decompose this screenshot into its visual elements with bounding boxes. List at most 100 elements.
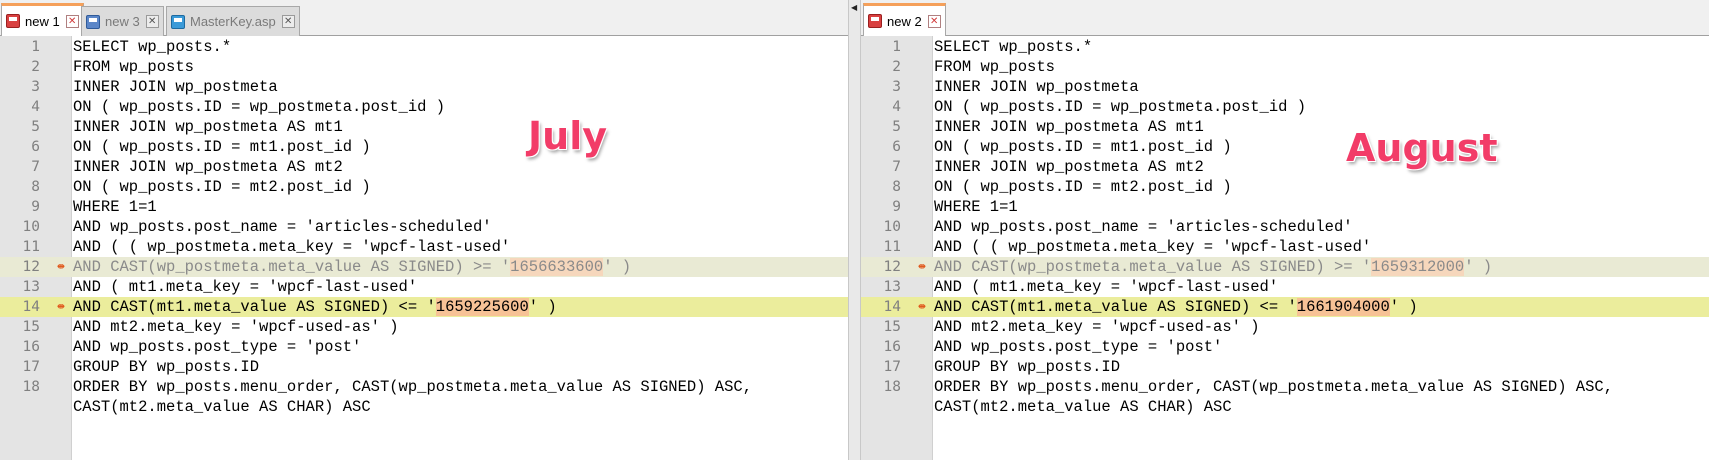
tab-masterkey-asp[interactable]: MasterKey.asp ✕	[166, 6, 300, 36]
month-annotation: August	[1346, 126, 1498, 170]
line-number: 3	[31, 79, 40, 95]
code-text: ORDER BY wp_posts.menu_order, CAST(wp_po…	[934, 377, 1709, 397]
line-number: 17	[22, 359, 40, 375]
timestamp-value: 1659225600	[435, 298, 529, 316]
line-number: 11	[22, 239, 40, 255]
code-line[interactable]: 9 WHERE 1=1	[0, 197, 848, 217]
code-line[interactable]: 5 INNER JOIN wp_postmeta AS mt1	[861, 117, 1709, 137]
close-icon[interactable]: ✕	[65, 14, 79, 28]
code-text: AND wp_posts.post_name = 'articles-sched…	[934, 217, 1709, 237]
tab-label: new 2	[887, 13, 922, 29]
code-segment: ON ( wp_posts.ID = mt2.post_id )	[73, 178, 371, 196]
code-line[interactable]: 2 FROM wp_posts	[0, 57, 848, 77]
code-segment: INNER JOIN wp_postmeta	[934, 78, 1139, 96]
code-line[interactable]: 11 AND ( ( wp_postmeta.meta_key = 'wpcf-l…	[861, 237, 1709, 257]
tab-new-2[interactable]: new 2 ✕	[863, 3, 946, 36]
change-marker-icon: ⇹	[918, 259, 926, 274]
code-line[interactable]: 1 SELECT wp_posts.*	[0, 37, 848, 57]
file-icon	[6, 14, 20, 28]
code-line[interactable]: 7 INNER JOIN wp_postmeta AS mt2	[861, 157, 1709, 177]
code-line[interactable]: 2 FROM wp_posts	[861, 57, 1709, 77]
code-line[interactable]: 8 ON ( wp_posts.ID = mt2.post_id )	[0, 177, 848, 197]
code-segment: AND wp_posts.post_type = 'post'	[73, 338, 362, 356]
code-text: ON ( wp_posts.ID = mt1.post_id )	[934, 137, 1709, 157]
code-text: INNER JOIN wp_postmeta	[934, 77, 1709, 97]
code-line[interactable]: 15 AND mt2.meta_key = 'wpcf-used-as' )	[861, 317, 1709, 337]
code-segment: INNER JOIN wp_postmeta AS mt1	[934, 118, 1204, 136]
code-line[interactable]: 10 AND wp_posts.post_name = 'articles-sch…	[861, 217, 1709, 237]
code-segment: AND ( mt1.meta_key = 'wpcf-last-used'	[73, 278, 418, 296]
code-editor[interactable]: 1 SELECT wp_posts.* 2 FROM wp_posts 3 INNER J…	[861, 36, 1709, 460]
code-line[interactable]: 6 ON ( wp_posts.ID = mt1.post_id )	[861, 137, 1709, 157]
close-icon[interactable]: ✕	[281, 15, 295, 28]
code-text: FROM wp_posts	[73, 57, 848, 77]
code-line[interactable]: 13 AND ( mt1.meta_key = 'wpcf-last-used'	[0, 277, 848, 297]
code-text: SELECT wp_posts.*	[934, 37, 1709, 57]
code-segment: AND wp_posts.post_name = 'articles-sched…	[73, 218, 492, 236]
code-line[interactable]: 1 SELECT wp_posts.*	[861, 37, 1709, 57]
collapse-arrow-icon[interactable]: ◀	[851, 4, 857, 12]
code-text: CAST(mt2.meta_value AS CHAR) ASC	[73, 397, 848, 417]
code-editor[interactable]: 1 SELECT wp_posts.* 2 FROM wp_posts 3 INNER J…	[0, 36, 848, 460]
tab-label: MasterKey.asp	[190, 14, 276, 29]
code-text: FROM wp_posts	[934, 57, 1709, 77]
line-number: 1	[31, 39, 40, 55]
code-line[interactable]: 16 AND wp_posts.post_type = 'post'	[861, 337, 1709, 357]
tab-new-3[interactable]: new 3 ✕	[81, 6, 164, 36]
code-segment: GROUP BY wp_posts.ID	[73, 358, 260, 376]
code-line[interactable]: 12 ⇹ AND CAST(wp_postmeta.meta_value AS SI…	[861, 257, 1709, 277]
code-line[interactable]: 17 GROUP BY wp_posts.ID	[861, 357, 1709, 377]
code-line[interactable]: 14 ⇹ AND CAST(mt1.meta_value AS SIGNED) <=…	[861, 297, 1709, 317]
line-number: 11	[883, 239, 901, 255]
code-segment: INNER JOIN wp_postmeta AS mt2	[934, 158, 1204, 176]
code-line[interactable]: 4 ON ( wp_posts.ID = wp_postmeta.post_id …	[0, 97, 848, 117]
code-line[interactable]: 6 ON ( wp_posts.ID = mt1.post_id )	[0, 137, 848, 157]
tab-label: new 3	[105, 14, 140, 29]
code-line[interactable]: 12 ⇹ AND CAST(wp_postmeta.meta_value AS SI…	[0, 257, 848, 277]
code-text: AND CAST(wp_postmeta.meta_value AS SIGNE…	[73, 257, 848, 277]
code-line[interactable]: 18 ORDER BY wp_posts.menu_order, CAST(wp_…	[0, 377, 848, 397]
code-text: ON ( wp_posts.ID = wp_postmeta.post_id )	[73, 97, 848, 117]
code-line[interactable]: 9 WHERE 1=1	[861, 197, 1709, 217]
timestamp-value: 1661904000	[1296, 298, 1390, 316]
close-icon[interactable]: ✕	[145, 15, 159, 28]
code-line[interactable]: 18 ORDER BY wp_posts.menu_order, CAST(wp_…	[861, 377, 1709, 397]
tab-new-1[interactable]: new 1 ✕	[1, 3, 84, 36]
code-line[interactable]: 17 GROUP BY wp_posts.ID	[0, 357, 848, 377]
code-line[interactable]: 10 AND wp_posts.post_name = 'articles-sch…	[0, 217, 848, 237]
code-segment: AND ( ( wp_postmeta.meta_key = 'wpcf-las…	[934, 238, 1372, 256]
code-segment: AND CAST(wp_postmeta.meta_value AS SIGNE…	[934, 258, 1372, 276]
code-line[interactable]: 11 AND ( ( wp_postmeta.meta_key = 'wpcf-l…	[0, 237, 848, 257]
timestamp-value: 1659312000	[1371, 258, 1465, 276]
code-text: AND mt2.meta_key = 'wpcf-used-as' )	[934, 317, 1709, 337]
code-line[interactable]: CAST(mt2.meta_value AS CHAR) ASC	[0, 397, 848, 417]
code-line[interactable]: 3 INNER JOIN wp_postmeta	[861, 77, 1709, 97]
tab-bar: new 1 ✕ new 3 ✕ MasterKey.asp ✕	[0, 0, 848, 36]
code-text: WHERE 1=1	[934, 197, 1709, 217]
code-line[interactable]: 3 INNER JOIN wp_postmeta	[0, 77, 848, 97]
line-number: 16	[22, 339, 40, 355]
code-line[interactable]: 15 AND mt2.meta_key = 'wpcf-used-as' )	[0, 317, 848, 337]
line-number: 12	[883, 259, 901, 275]
code-text: ON ( wp_posts.ID = mt2.post_id )	[73, 177, 848, 197]
file-icon	[86, 14, 100, 29]
code-line[interactable]: 7 INNER JOIN wp_postmeta AS mt2	[0, 157, 848, 177]
code-line[interactable]: 13 AND ( mt1.meta_key = 'wpcf-last-used'	[861, 277, 1709, 297]
code-line[interactable]: 8 ON ( wp_posts.ID = mt2.post_id )	[861, 177, 1709, 197]
pane-splitter[interactable]: ◀	[848, 0, 861, 460]
close-icon[interactable]: ✕	[927, 14, 941, 28]
code-line[interactable]: 16 AND wp_posts.post_type = 'post'	[0, 337, 848, 357]
code-segment: CAST(mt2.meta_value AS CHAR) ASC	[934, 398, 1232, 416]
code-line[interactable]: CAST(mt2.meta_value AS CHAR) ASC	[861, 397, 1709, 417]
line-number: 14	[22, 299, 40, 315]
code-line[interactable]: 5 INNER JOIN wp_postmeta AS mt1	[0, 117, 848, 137]
code-text: ON ( wp_posts.ID = mt1.post_id )	[73, 137, 848, 157]
code-line[interactable]: 14 ⇹ AND CAST(mt1.meta_value AS SIGNED) <=…	[0, 297, 848, 317]
code-line[interactable]: 4 ON ( wp_posts.ID = wp_postmeta.post_id …	[861, 97, 1709, 117]
code-segment: AND mt2.meta_key = 'wpcf-used-as' )	[934, 318, 1260, 336]
code-text: INNER JOIN wp_postmeta	[73, 77, 848, 97]
code-segment: INNER JOIN wp_postmeta AS mt2	[73, 158, 343, 176]
line-number: 1	[892, 39, 901, 55]
line-number: 14	[883, 299, 901, 315]
code-segment: ' )	[1389, 298, 1418, 316]
